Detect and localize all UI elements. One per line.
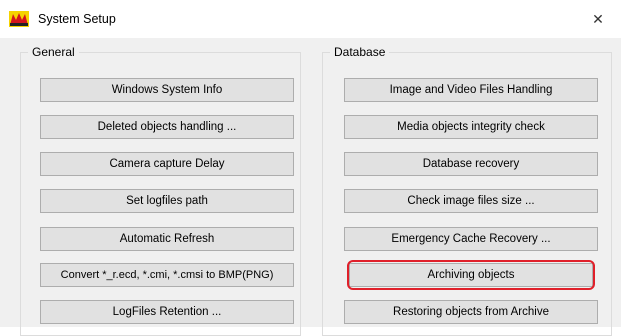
camera-capture-delay-button[interactable]: Camera capture Delay: [40, 152, 294, 176]
media-objects-integrity-check-button[interactable]: Media objects integrity check: [344, 115, 598, 139]
check-image-files-size-button[interactable]: Check image files size ...: [344, 189, 598, 213]
dialog-body: General Database Windows System Info Del…: [0, 38, 621, 336]
windows-system-info-button[interactable]: Windows System Info: [40, 78, 294, 102]
close-icon: ✕: [592, 10, 604, 27]
general-group-label: General: [28, 44, 79, 60]
database-recovery-button[interactable]: Database recovery: [344, 152, 598, 176]
window-title: System Setup: [38, 12, 116, 26]
set-logfiles-path-button[interactable]: Set logfiles path: [40, 189, 294, 213]
restoring-objects-from-archive-button[interactable]: Restoring objects from Archive: [344, 300, 598, 324]
automatic-refresh-button[interactable]: Automatic Refresh: [40, 227, 294, 251]
image-video-files-handling-button[interactable]: Image and Video Files Handling: [344, 78, 598, 102]
convert-to-bmp-button[interactable]: Convert *_r.ecd, *.cmi, *.cmsi to BMP(PN…: [40, 263, 294, 287]
title-bar[interactable]: System Setup ✕: [0, 0, 621, 38]
app-logo-icon: [9, 11, 29, 27]
system-setup-window: System Setup ✕ General Database Windows …: [0, 0, 621, 336]
emergency-cache-recovery-button[interactable]: Emergency Cache Recovery ...: [344, 227, 598, 251]
close-button[interactable]: ✕: [575, 0, 621, 38]
database-group-label: Database: [330, 44, 390, 60]
deleted-objects-handling-button[interactable]: Deleted objects handling ...: [40, 115, 294, 139]
archiving-objects-highlight: [347, 260, 595, 290]
logfiles-retention-button[interactable]: LogFiles Retention ...: [40, 300, 294, 324]
